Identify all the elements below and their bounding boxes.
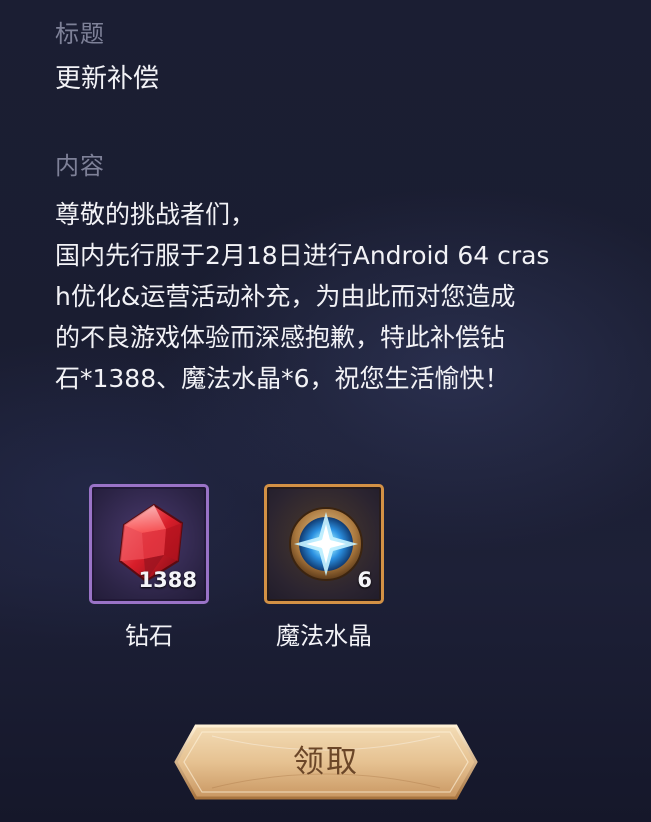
content-section-label: 内容 [55, 152, 105, 180]
reward-count: 1388 [138, 568, 197, 592]
content-line: 尊敬的挑战者们， [55, 200, 256, 229]
reward-frame[interactable]: 1388 [89, 484, 209, 604]
content-line: 石*1388、魔法水晶*6，祝您生活愉快！ [55, 364, 510, 393]
title-section-label: 标题 [55, 20, 105, 48]
claim-button[interactable]: 领取 [172, 722, 480, 802]
content-line: 国内先行服于2月18日进行Android 64 cras [55, 241, 550, 270]
content-line: h优化&运营活动补充，为由此而对您造成 [55, 282, 516, 311]
mail-detail-panel: 标题 更新补偿 内容 尊敬的挑战者们， 国内先行服于2月18日进行Android… [0, 0, 651, 822]
reward-count: 6 [357, 568, 372, 592]
content-line: 的不良游戏体验而深感抱歉，特此补偿钻 [55, 323, 506, 352]
reward-item-magic-crystal[interactable]: 6 魔法水晶 [264, 484, 388, 651]
reward-name: 钻石 [125, 622, 173, 650]
claim-button-label: 领取 [293, 744, 359, 780]
reward-frame[interactable]: 6 [264, 484, 384, 604]
mail-title: 更新补偿 [55, 64, 160, 94]
reward-name: 魔法水晶 [276, 622, 372, 650]
reward-item-diamond[interactable]: 1388 钻石 [89, 484, 213, 651]
mail-content: 尊敬的挑战者们， 国内先行服于2月18日进行Android 64 cras h优… [55, 194, 607, 399]
